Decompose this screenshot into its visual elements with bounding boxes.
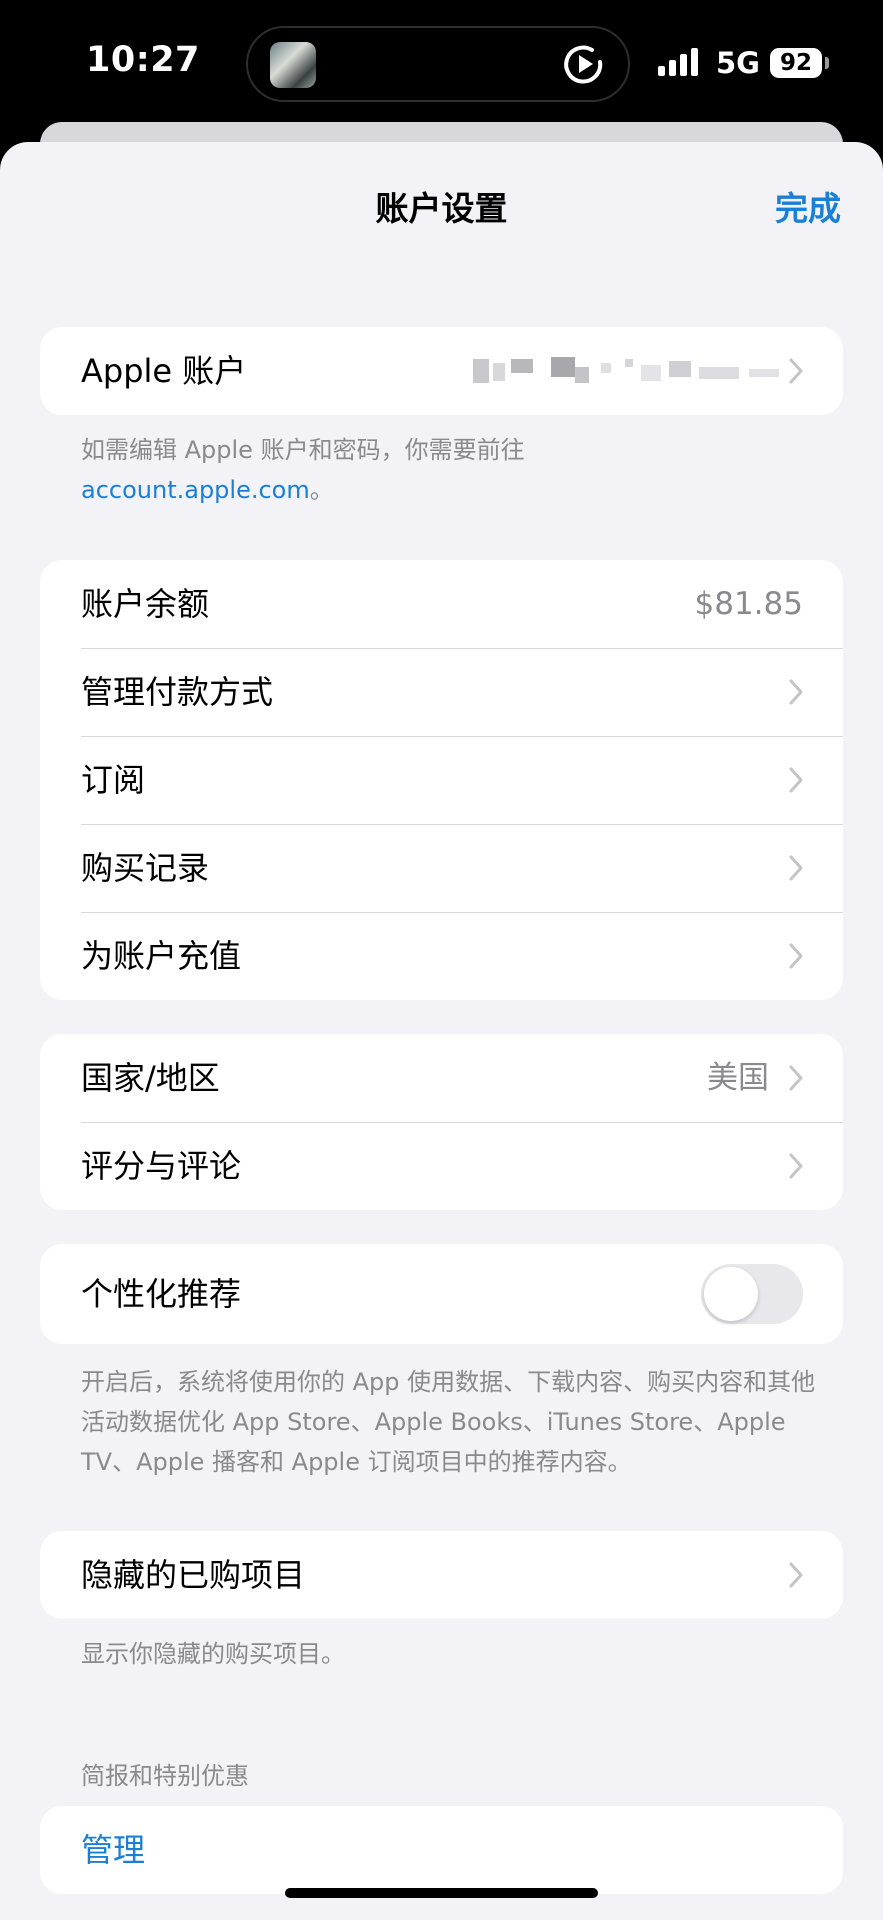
- purchase-history-label: 购买记录: [81, 849, 210, 887]
- account-settings-sheet: 账户设置 完成 Apple 账户 如需编辑 Apple 账户和密码，你需要前往 …: [0, 142, 883, 1920]
- hidden-purchases-row[interactable]: 隐藏的已购项目: [40, 1531, 843, 1619]
- balance-row[interactable]: 账户余额 $81.85: [40, 560, 843, 648]
- personalized-recommendations-row: 个性化推荐: [40, 1244, 843, 1344]
- status-bar: 10:27 5G 92: [0, 0, 883, 125]
- subscriptions-label: 订阅: [81, 761, 146, 799]
- add-funds-row[interactable]: 为账户充值: [40, 912, 843, 1000]
- chevron-right-icon: [789, 1562, 803, 1588]
- dynamic-island[interactable]: [246, 26, 630, 102]
- personalization-card: 个性化推荐: [40, 1244, 843, 1344]
- country-region-row[interactable]: 国家/地区 美国: [40, 1034, 843, 1122]
- status-time: 10:27: [86, 40, 200, 80]
- chevron-right-icon: [789, 679, 803, 705]
- newsletter-card: 管理: [40, 1806, 843, 1894]
- personalization-note: 开启后，系统将使用你的 App 使用数据、下载内容、购买内容和其他活动数据优化 …: [81, 1368, 816, 1476]
- account-note-text: 如需编辑 Apple 账户和密码，你需要前往: [81, 436, 525, 464]
- balance-value: $81.85: [694, 586, 803, 622]
- personalized-recommendations-label: 个性化推荐: [81, 1275, 242, 1313]
- home-indicator[interactable]: [285, 1888, 598, 1898]
- personalized-recommendations-toggle[interactable]: [701, 1264, 803, 1324]
- redacted-email: [473, 357, 779, 383]
- newsletter-section-header: 简报和特别优惠: [81, 1762, 249, 1790]
- country-region-label: 国家/地区: [81, 1059, 220, 1097]
- apple-account-row[interactable]: Apple 账户: [40, 327, 843, 415]
- manage-row[interactable]: 管理: [40, 1806, 843, 1894]
- chevron-right-icon: [789, 767, 803, 793]
- add-funds-label: 为账户充值: [81, 937, 242, 975]
- ratings-reviews-row[interactable]: 评分与评论: [40, 1122, 843, 1210]
- hidden-purchases-label: 隐藏的已购项目: [81, 1556, 306, 1594]
- chevron-right-icon: [789, 358, 803, 384]
- chevron-right-icon: [789, 855, 803, 881]
- done-button[interactable]: 完成: [775, 182, 841, 230]
- network-type: 5G: [716, 46, 760, 80]
- balance-label: 账户余额: [81, 585, 210, 623]
- billing-card: 账户余额 $81.85 管理付款方式 订阅 购买记录 为账户充值: [40, 560, 843, 1000]
- manage-link[interactable]: 管理: [81, 1806, 145, 1894]
- account-apple-link[interactable]: account.apple.com: [81, 476, 310, 504]
- account-note-suffix: 。: [309, 476, 334, 504]
- purchase-history-row[interactable]: 购买记录: [40, 824, 843, 912]
- battery-nub: [825, 57, 829, 69]
- account-note: 如需编辑 Apple 账户和密码，你需要前往 account.apple.com…: [81, 430, 821, 510]
- subscriptions-row[interactable]: 订阅: [40, 736, 843, 824]
- chevron-right-icon: [789, 1065, 803, 1091]
- chevron-right-icon: [789, 943, 803, 969]
- battery-icon: 92: [770, 48, 822, 78]
- apple-account-card: Apple 账户: [40, 327, 843, 415]
- apple-account-label: Apple 账户: [81, 352, 247, 390]
- chevron-right-icon: [789, 1153, 803, 1179]
- payment-methods-label: 管理付款方式: [81, 673, 274, 711]
- ratings-reviews-label: 评分与评论: [81, 1147, 242, 1185]
- region-card: 国家/地区 美国 评分与评论: [40, 1034, 843, 1210]
- play-icon[interactable]: [562, 42, 606, 86]
- toggle-knob: [704, 1267, 758, 1321]
- payment-methods-row[interactable]: 管理付款方式: [40, 648, 843, 736]
- page-title: 账户设置: [375, 189, 508, 228]
- hidden-purchases-note: 显示你隐藏的购买项目。: [81, 1640, 345, 1668]
- album-art-icon[interactable]: [270, 42, 316, 88]
- signal-icon: [658, 48, 698, 76]
- country-region-value: 美国: [707, 1060, 769, 1096]
- hidden-purchases-card: 隐藏的已购项目: [40, 1531, 843, 1619]
